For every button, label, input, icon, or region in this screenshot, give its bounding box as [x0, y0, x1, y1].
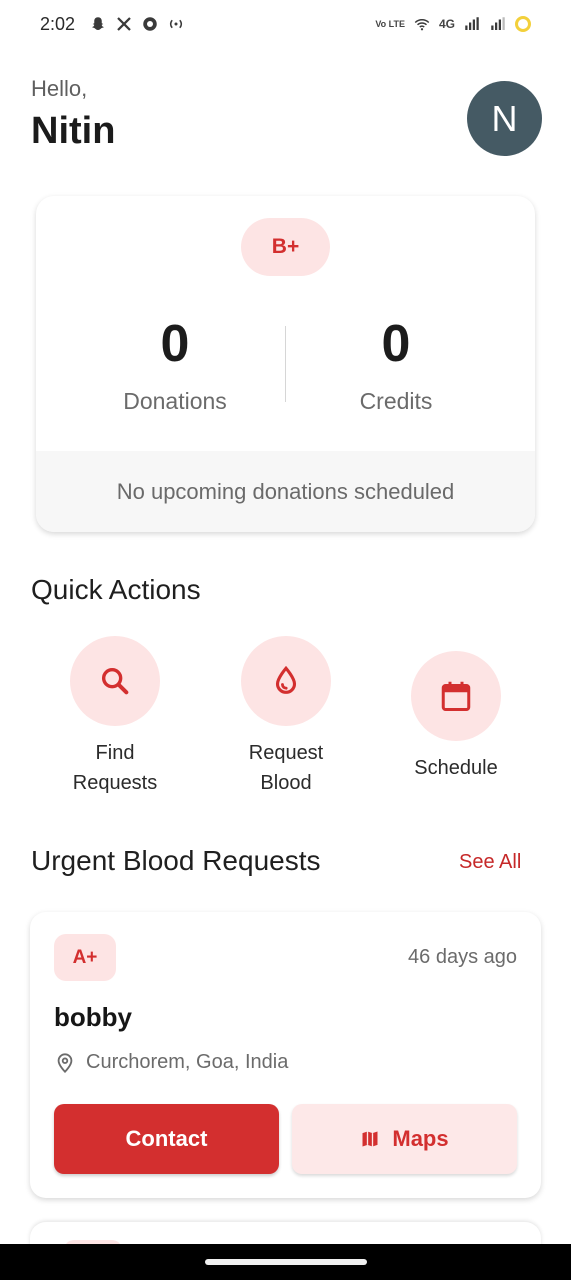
- schedule-label: Schedule: [414, 757, 498, 779]
- donations-count: 0: [160, 315, 190, 373]
- donations-label: Donations: [123, 388, 227, 414]
- status-bar: 2:02 Vo LTE 4G: [0, 0, 571, 48]
- notification-icons: [89, 15, 185, 33]
- location-pin-icon: [57, 1052, 73, 1073]
- x-icon: [117, 17, 131, 31]
- request-location: Curchorem, Goa, India: [54, 1051, 288, 1074]
- calendar-icon: [441, 681, 471, 711]
- schedule-action[interactable]: Schedule: [386, 651, 526, 783]
- network-type: 4G: [438, 17, 455, 31]
- credits-count: 0: [381, 315, 411, 373]
- maps-button-label: Maps: [392, 1126, 449, 1151]
- request-blood-type-badge: A+: [54, 934, 116, 981]
- wifi-icon: [414, 19, 430, 31]
- request-blood-action[interactable]: Request Blood: [216, 636, 356, 798]
- greeting-hello: Hello,: [31, 76, 88, 101]
- blood-drop-icon: [275, 665, 297, 694]
- volte-icon: Vo LTE: [375, 18, 405, 29]
- snapchat-icon: [92, 17, 105, 30]
- battery-saver-icon: [515, 16, 531, 32]
- search-icon: [101, 667, 129, 695]
- globe-icon: [143, 17, 157, 31]
- signal-2-icon: [491, 17, 505, 30]
- greeting: Hello, Nitin: [31, 76, 115, 153]
- blood-type-badge: B+: [241, 218, 330, 276]
- stat-divider: [285, 326, 286, 402]
- find-requests-action[interactable]: Find Requests: [45, 636, 185, 798]
- request-blood-label: Request Blood: [248, 742, 324, 794]
- find-requests-button[interactable]: [70, 636, 160, 726]
- avatar[interactable]: N: [467, 81, 542, 156]
- donor-summary-card: B+ 0 Donations 0 Credits No upcoming don…: [36, 196, 535, 532]
- signal-icon: [465, 17, 479, 30]
- system-navigation-bar: [0, 1244, 571, 1280]
- home-gesture-handle[interactable]: [205, 1259, 367, 1265]
- schedule-button[interactable]: [411, 651, 501, 741]
- maps-button[interactable]: Maps: [292, 1104, 517, 1174]
- donations-stat: 0 Donations: [75, 314, 275, 415]
- request-time-ago: 46 days ago: [408, 946, 517, 968]
- map-icon: [362, 1131, 378, 1147]
- blood-request-card[interactable]: A+ 46 days ago bobby Curchorem, Goa, Ind…: [30, 912, 541, 1198]
- credits-stat: 0 Credits: [296, 314, 496, 415]
- quick-actions-title: Quick Actions: [31, 574, 201, 605]
- system-icons: Vo LTE 4G: [375, 15, 531, 33]
- requester-name: bobby: [54, 1002, 132, 1032]
- find-requests-label: Find Requests: [72, 742, 158, 794]
- user-name: Nitin: [31, 110, 116, 152]
- status-time: 2:02: [40, 13, 76, 34]
- urgent-requests-title: Urgent Blood Requests: [31, 845, 321, 876]
- request-blood-button[interactable]: [241, 636, 331, 726]
- see-all-link[interactable]: See All: [459, 851, 521, 874]
- hotspot-icon: [170, 19, 183, 29]
- credits-label: Credits: [359, 388, 433, 414]
- request-location-text: Curchorem, Goa, India: [86, 1051, 289, 1073]
- contact-button[interactable]: Contact: [54, 1104, 279, 1174]
- upcoming-donations-text: No upcoming donations scheduled: [36, 451, 535, 532]
